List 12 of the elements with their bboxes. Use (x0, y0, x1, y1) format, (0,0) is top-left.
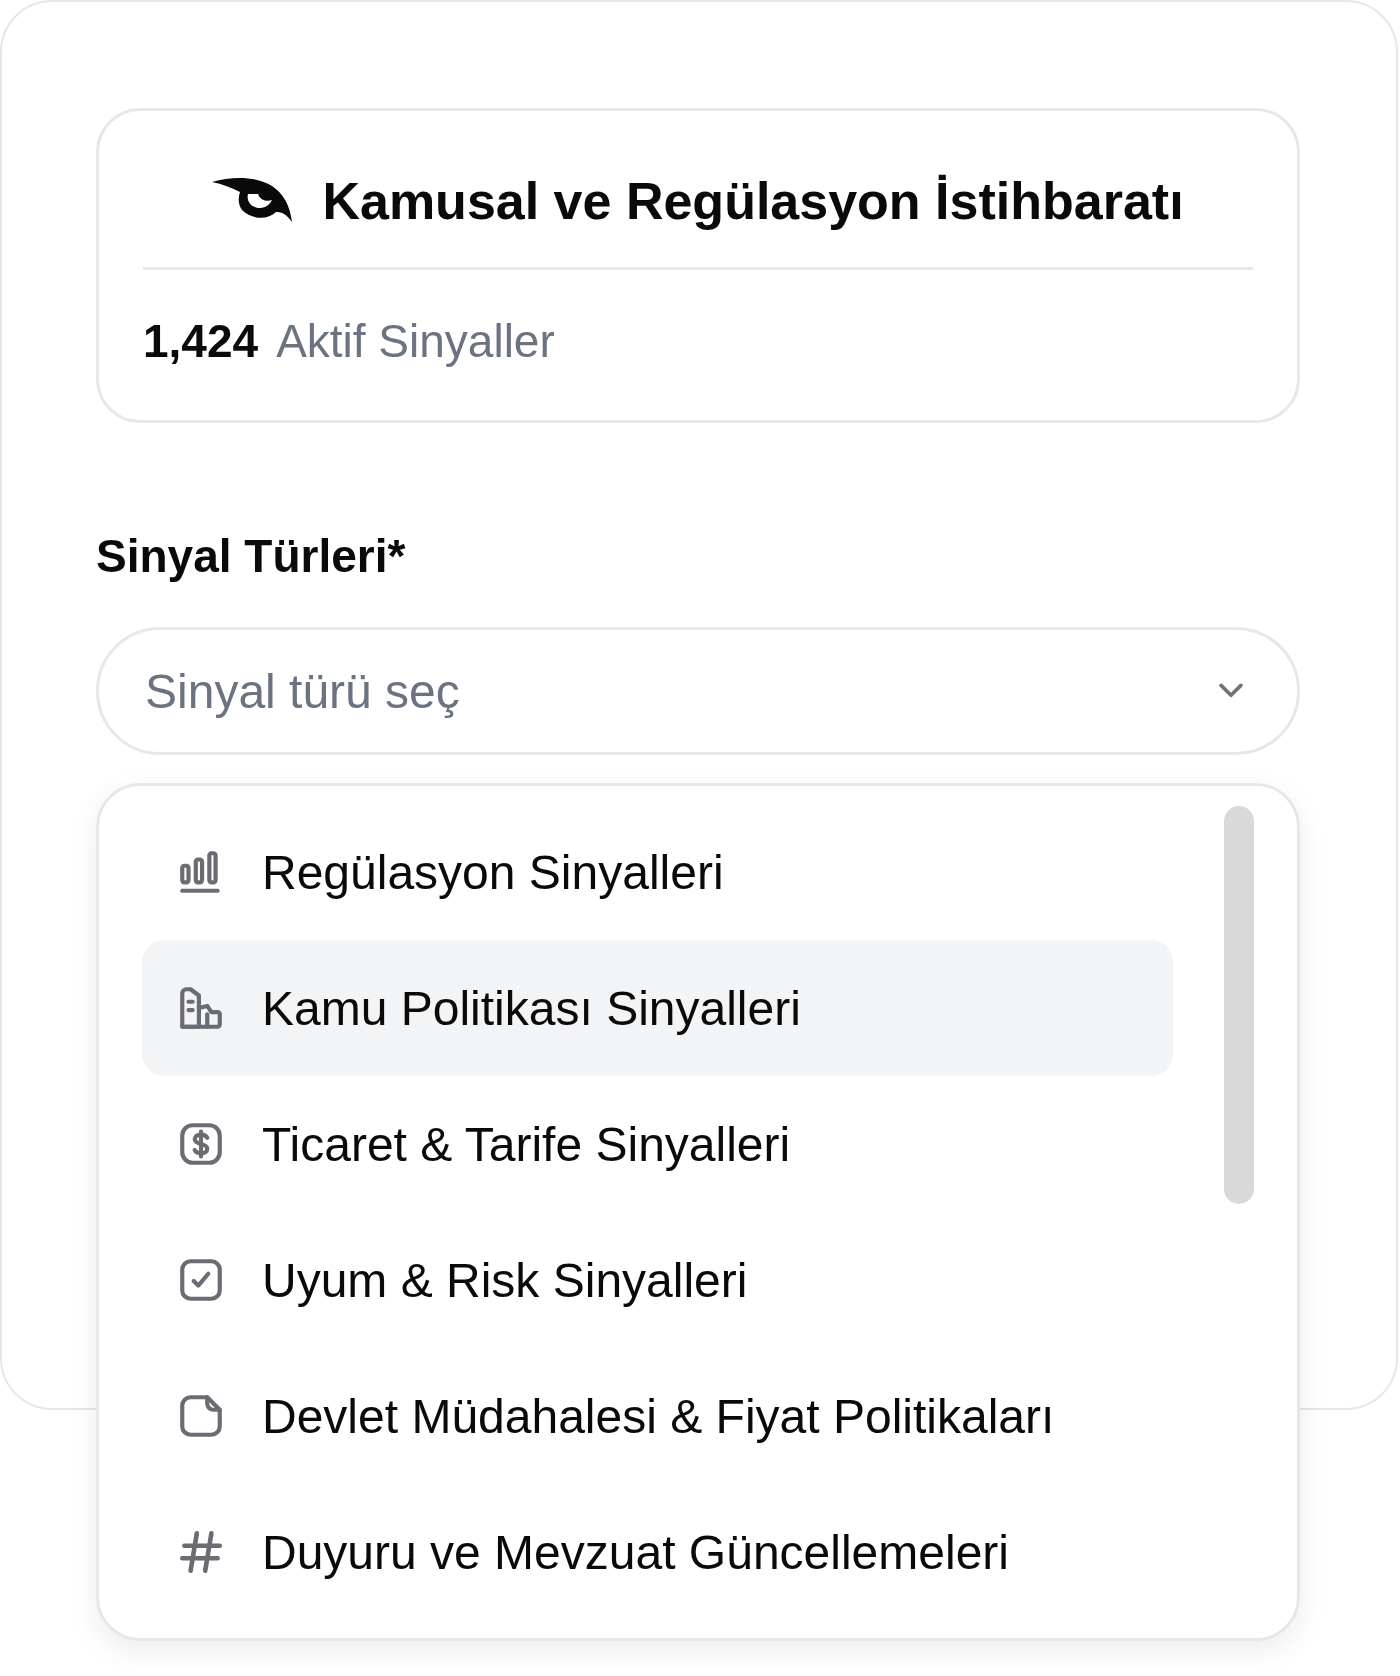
dropdown-option[interactable]: Devlet Müdahalesi & Fiyat Politikaları (142, 1348, 1173, 1484)
signal-type-select[interactable]: Sinyal türü seç (96, 627, 1300, 755)
dropdown-option[interactable]: Kamu Politikası Sinyalleri (142, 940, 1173, 1076)
dropdown-option[interactable]: Regülasyon Sinyalleri (142, 804, 1173, 940)
dropdown-option[interactable]: Ticaret & Tarife Sinyalleri (142, 1076, 1173, 1212)
dropdown-option[interactable]: Uyum & Risk Sinyalleri (142, 1212, 1173, 1348)
dropdown-option[interactable]: Duyuru ve Mevzuat Güncellemeleri (142, 1484, 1173, 1620)
field-label: Sinyal Türleri* (96, 529, 407, 584)
signal-count: 1,424 (143, 314, 259, 368)
scrollbar-thumb[interactable] (1224, 806, 1254, 1204)
panel-title: Kamusal ve Regülasyon İstihbaratı (322, 171, 1184, 231)
signal-count-label: Aktif Sinyaller (276, 314, 555, 368)
